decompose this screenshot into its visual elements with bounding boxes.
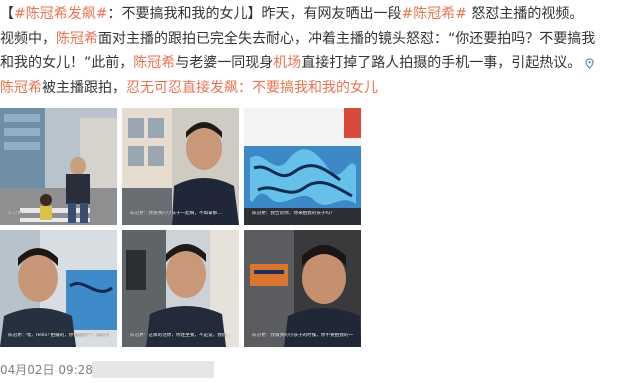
- photo-grid: 陈冠希：… 陈冠希：我跟我的小孩子一起啊，不如拿那… 陈冠希：我告诉你，你来拍我…: [0, 108, 361, 348]
- post-line-1: 【#陈冠希发飙#：不要搞我和我的女儿】昨天，有网友晒出一段#陈冠希# 怒怼主播的…: [0, 6, 584, 22]
- photo-caption: 陈冠希：我跟我的小孩子的时候，你不要拍我的一…: [252, 333, 353, 338]
- selfie-image: [122, 230, 239, 347]
- location-link-airport[interactable]: 机场: [273, 55, 301, 71]
- photo-thumbnail[interactable]: 陈冠希：嘿，Hello! 拍摄的，你拍我的一，拍什么拍，我在上面要拍…: [0, 230, 117, 347]
- video-title-link[interactable]: 忍无可忍直接发飙：不要搞我和我的女儿: [126, 80, 378, 96]
- photo-thumbnail[interactable]: 陈冠希：我跟我的小孩子一起啊，不如拿那…: [122, 108, 239, 225]
- street-scene-image: [0, 108, 117, 225]
- photo-caption: 陈冠希：我跟我的小孩子一起啊，不如拿那…: [130, 211, 222, 216]
- person-link-chen[interactable]: 陈冠希: [56, 31, 98, 47]
- selfie-image: [0, 230, 117, 347]
- post-timestamp[interactable]: 04月02日 09:28: [0, 361, 93, 378]
- selfie-image: [122, 108, 239, 225]
- selfie-image: [244, 230, 361, 347]
- graffiti-wall-image: [244, 108, 361, 225]
- post-line-4: 陈冠希被主播跟拍，忍无可忍直接发飙：不要搞我和我的女儿: [0, 79, 378, 96]
- hashtag-link-chen[interactable]: #陈冠希#: [401, 6, 466, 22]
- photo-caption: 陈冠希：嘿，Hello! 拍摄的，你拍我的一，拍什么拍，我在上面要拍…: [8, 333, 109, 338]
- photo-caption: 陈冠希：我告诉你，你来拍我的孩子吗？: [252, 211, 335, 216]
- photo-thumbnail[interactable]: 陈冠希：我告诉你，你来拍我的孩子吗？: [244, 108, 361, 225]
- photo-thumbnail[interactable]: 陈冠希：这样的话你，你连坐我，不是说，我们…: [122, 230, 239, 347]
- post-text: 【#陈冠希发飙#：不要搞我和我的女儿】昨天，有网友晒出一段#陈冠希# 怒怼主播的…: [0, 2, 641, 100]
- map-pin-icon[interactable]: [584, 57, 595, 69]
- post-line-2: 视频中，陈冠希面对主播的跟拍已完全失去耐心，冲着主播的镜头怒怼：“你还要拍吗？不…: [0, 30, 596, 47]
- photo-thumbnail[interactable]: 陈冠希：我跟我的小孩子的时候，你不要拍我的一…: [244, 230, 361, 347]
- person-link-chen[interactable]: 陈冠希: [133, 55, 175, 71]
- photo-caption: 陈冠希：这样的话你，你连坐我，不是说，我们…: [130, 333, 231, 338]
- post-line-3: 和我的女儿！”此前，陈冠希与老婆一同现身机场直接打掉了路人拍摄的手机一事，引起热…: [0, 51, 641, 76]
- blurred-source: [92, 361, 214, 378]
- hashtag-link-chen-fabiao[interactable]: #陈冠希发飙#: [14, 6, 107, 22]
- post-meta: 04月02日 09:28: [0, 357, 641, 381]
- photo-caption: 陈冠希：…: [8, 211, 31, 216]
- person-link-chen[interactable]: 陈冠希: [0, 80, 42, 96]
- photo-thumbnail[interactable]: 陈冠希：…: [0, 108, 117, 225]
